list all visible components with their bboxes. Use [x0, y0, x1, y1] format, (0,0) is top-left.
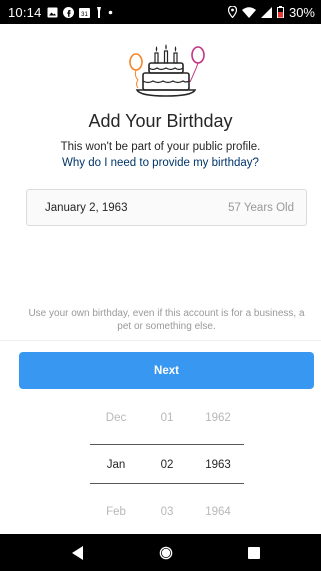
- month-option[interactable]: Feb: [90, 506, 142, 518]
- month-picker[interactable]: Dec Jan Feb: [90, 400, 142, 534]
- why-birthday-link[interactable]: Why do I need to provide my birthday?: [0, 157, 321, 169]
- calendar-badge: 31: [81, 12, 88, 18]
- birthday-cake-illustration: [126, 40, 206, 110]
- next-button[interactable]: Next: [19, 352, 314, 389]
- day-option[interactable]: 01: [141, 412, 193, 424]
- subtitle: This won't be part of your public profil…: [60, 141, 261, 153]
- recents-icon[interactable]: [234, 534, 274, 571]
- nav-bar: [0, 534, 321, 571]
- status-left: 10:14 31: [8, 5, 113, 20]
- picker-line: [141, 483, 193, 484]
- age-label: 57 Years Old: [228, 201, 294, 214]
- image-icon: [47, 7, 58, 18]
- picker-line: [90, 483, 142, 484]
- picker-line: [141, 444, 193, 445]
- birthday-field[interactable]: January 2, 1963 57 Years Old: [26, 189, 307, 226]
- facebook-icon: [62, 6, 74, 18]
- status-bar: 10:14 31 30%: [0, 0, 321, 24]
- year-option[interactable]: 1964: [192, 506, 244, 518]
- birthday-date: January 2, 1963: [45, 201, 128, 214]
- calendar-icon: 31: [78, 7, 90, 18]
- back-icon[interactable]: [58, 534, 98, 571]
- flashlight-icon: [95, 6, 103, 18]
- location-icon: [227, 6, 237, 18]
- year-selected[interactable]: 1963: [192, 459, 244, 471]
- status-time: 10:14: [8, 4, 42, 20]
- signal-icon: [260, 6, 272, 18]
- dot-icon: [108, 10, 113, 15]
- day-selected[interactable]: 02: [141, 459, 193, 471]
- month-selected[interactable]: Jan: [90, 459, 142, 471]
- hint-text: Use your own birthday, even if this acco…: [28, 308, 305, 332]
- battery-icon: [276, 6, 284, 18]
- picker-line: [192, 483, 244, 484]
- home-icon[interactable]: [146, 534, 186, 571]
- battery-level: 30%: [288, 4, 315, 20]
- picker-line: [192, 444, 244, 445]
- year-picker[interactable]: 1962 1963 1964: [192, 400, 244, 534]
- month-option[interactable]: Dec: [90, 412, 142, 424]
- day-option[interactable]: 03: [141, 506, 193, 518]
- picker-line: [90, 444, 142, 445]
- year-option[interactable]: 1962: [192, 412, 244, 424]
- status-right: 30%: [227, 4, 315, 20]
- day-picker[interactable]: 01 02 03: [141, 400, 193, 534]
- divider: [0, 340, 321, 341]
- page-title: Add Your Birthday: [88, 111, 233, 131]
- wifi-icon: [241, 6, 256, 18]
